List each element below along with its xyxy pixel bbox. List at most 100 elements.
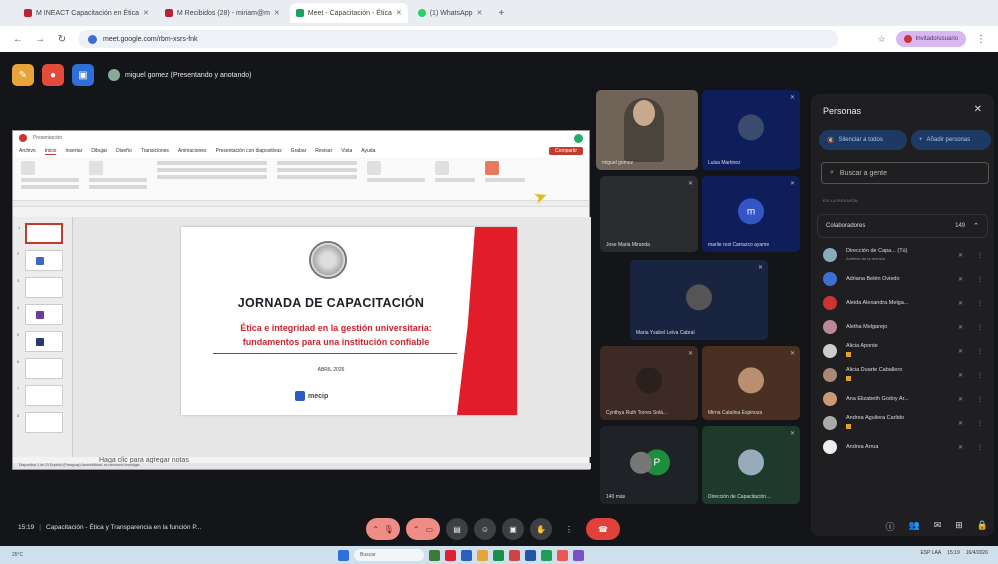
close-icon[interactable]: ✕ bbox=[143, 9, 149, 17]
annotate-icon[interactable]: ✎ bbox=[12, 64, 34, 86]
menu-item[interactable]: Archivo bbox=[19, 148, 36, 154]
more-icon[interactable]: ⋮ bbox=[977, 300, 983, 307]
designer-icon[interactable] bbox=[485, 161, 499, 175]
more-options-button[interactable]: ⋮ bbox=[558, 518, 580, 540]
reload-icon[interactable]: ↻ bbox=[56, 34, 68, 45]
participant-row[interactable]: Aleida Alexandra Melga... ✕ ⋮ bbox=[823, 292, 989, 314]
slide-thumbnail[interactable]: 7 bbox=[17, 385, 63, 406]
participant-tile[interactable]: P 140 más bbox=[600, 426, 698, 504]
people-search-input[interactable]: ⌕ Buscar a gente bbox=[821, 162, 989, 184]
mic-off-icon[interactable]: ✕ bbox=[958, 324, 963, 331]
participant-row[interactable]: Ana Elizabeth Godoy Ar... ✕ ⋮ bbox=[823, 388, 989, 410]
more-icon[interactable]: ⋮ bbox=[977, 276, 983, 283]
stop-presenting-icon[interactable]: ● bbox=[42, 64, 64, 86]
menu-item[interactable]: Inicio bbox=[44, 148, 57, 155]
present-icon[interactable]: ▣ bbox=[72, 64, 94, 86]
more-icon[interactable]: ⋮ bbox=[977, 420, 983, 427]
participant-tile[interactable]: ✕ Dirección de Capacitación... bbox=[702, 426, 800, 504]
leave-call-button[interactable]: ☎ bbox=[586, 518, 620, 540]
tab-recibidos[interactable]: M Recibidos (28) - miriam@m ✕ bbox=[159, 3, 286, 23]
collaborators-section[interactable]: Colaboradores 149 ⌃ bbox=[817, 214, 988, 238]
present-button[interactable]: ▣ bbox=[502, 518, 524, 540]
weather-widget[interactable]: 25°C bbox=[12, 552, 23, 558]
app-icon[interactable] bbox=[429, 549, 440, 561]
menu-item[interactable]: Diseño bbox=[116, 148, 132, 154]
menu-item[interactable]: Presentación con diapositivas bbox=[216, 148, 282, 154]
find-icon[interactable] bbox=[435, 161, 449, 175]
participant-tile[interactable]: ✕ Luisa Martinez bbox=[702, 90, 800, 170]
mic-off-icon[interactable]: ✕ bbox=[958, 252, 963, 259]
mic-off-icon[interactable]: ✕ bbox=[958, 420, 963, 427]
star-icon[interactable]: ☆ bbox=[878, 34, 886, 45]
close-icon[interactable]: ✕ bbox=[477, 9, 483, 17]
chevron-up-icon[interactable]: ⌃ bbox=[413, 525, 420, 534]
language-indicator[interactable]: ESP LAA bbox=[920, 550, 941, 556]
date[interactable]: 16/4/2026 bbox=[966, 550, 988, 556]
profile-button[interactable]: Invitado/usuario bbox=[895, 31, 966, 47]
slide-thumbnail[interactable]: 8 bbox=[17, 412, 63, 433]
more-icon[interactable]: ⋮ bbox=[977, 324, 983, 331]
add-people-button[interactable]: + Añadir personas bbox=[911, 130, 991, 150]
more-icon[interactable]: ⋮ bbox=[977, 252, 983, 259]
slide-thumbnail[interactable]: 6 bbox=[17, 358, 63, 379]
tab-ineact[interactable]: M INEACT Capacitación en Ética ✕ bbox=[18, 3, 155, 23]
people-icon[interactable]: 👥 bbox=[908, 520, 919, 533]
app-icon[interactable] bbox=[557, 549, 568, 561]
menu-item[interactable]: Ayuda bbox=[361, 148, 375, 154]
participant-row[interactable]: Andrea Arrua ✕ ⋮ bbox=[823, 436, 989, 458]
raise-hand-button[interactable]: ✋ bbox=[530, 518, 552, 540]
new-tab-button[interactable]: + bbox=[492, 8, 510, 19]
new-slide-icon[interactable] bbox=[89, 161, 103, 175]
mic-off-icon[interactable]: ✕ bbox=[958, 300, 963, 307]
site-info-icon[interactable] bbox=[88, 34, 97, 44]
mic-off-icon[interactable]: ✕ bbox=[958, 444, 963, 451]
mic-off-icon[interactable]: ✕ bbox=[958, 276, 963, 283]
tab-meet[interactable]: Meet - Capacitación - Ética ✕ bbox=[289, 3, 408, 23]
chat-icon[interactable]: ✉ bbox=[934, 520, 942, 533]
menu-item[interactable]: Animaciones bbox=[178, 148, 207, 154]
participant-tile[interactable]: miguel gomez bbox=[596, 90, 698, 170]
more-icon[interactable]: ⋮ bbox=[977, 444, 983, 451]
mic-off-icon[interactable]: ✕ bbox=[958, 348, 963, 355]
menu-item[interactable]: Transiciones bbox=[141, 148, 169, 154]
tab-whatsapp[interactable]: (1) WhatsApp ✕ bbox=[412, 3, 489, 23]
close-icon[interactable]: ✕ bbox=[396, 9, 402, 17]
clock[interactable]: 15:19 bbox=[947, 550, 960, 556]
menu-item[interactable]: Grabar bbox=[291, 148, 307, 154]
participant-row[interactable]: Aletha Melgarejo ✕ ⋮ bbox=[823, 316, 989, 338]
more-icon[interactable]: ⋮ bbox=[977, 372, 983, 379]
participant-tile[interactable]: ✕ Mirna Catalina Espinoza bbox=[702, 346, 800, 420]
app-icon[interactable] bbox=[573, 549, 584, 561]
menu-item[interactable]: Vista bbox=[341, 148, 352, 154]
info-icon[interactable]: ⓘ bbox=[885, 520, 894, 533]
more-icon[interactable]: ⋮ bbox=[977, 348, 983, 355]
menu-item[interactable]: Revisar bbox=[315, 148, 332, 154]
menu-item[interactable]: Dibujar bbox=[91, 148, 107, 154]
close-icon[interactable]: ✕ bbox=[274, 9, 280, 17]
reactions-button[interactable]: ☺ bbox=[474, 518, 496, 540]
participant-tile[interactable]: m ✕ marlie rosi Carrazco ayame bbox=[702, 176, 800, 252]
mic-off-icon[interactable]: ✕ bbox=[958, 372, 963, 379]
participant-row[interactable]: Alicia Aponte ✕ ⋮ bbox=[823, 340, 989, 362]
app-icon[interactable] bbox=[493, 549, 504, 561]
url-field[interactable]: meet.google.com/rbm-xsrs-fnk bbox=[78, 30, 838, 48]
slide-thumbnail[interactable]: 5 bbox=[17, 331, 63, 352]
app-icon[interactable] bbox=[525, 549, 536, 561]
participant-row[interactable]: Dirección de Capa... (Tú) Anfitrión de la… bbox=[823, 244, 989, 266]
start-icon[interactable] bbox=[338, 549, 349, 561]
menu-item[interactable]: Insertar bbox=[65, 148, 82, 154]
app-icon[interactable] bbox=[541, 549, 552, 561]
back-icon[interactable]: ← bbox=[12, 34, 24, 45]
microphone-button[interactable]: ⌃ 🎙 bbox=[366, 518, 400, 540]
slide-thumbnail[interactable]: 4 bbox=[17, 304, 63, 325]
shapes-icon[interactable] bbox=[367, 161, 381, 175]
slide-thumbnail[interactable]: 1 bbox=[18, 223, 63, 244]
app-icon[interactable] bbox=[509, 549, 520, 561]
chevron-up-icon[interactable]: ⌃ bbox=[973, 222, 979, 230]
participant-row[interactable]: Andrea Aguilera Carlido ✕ ⋮ bbox=[823, 412, 989, 434]
lock-icon[interactable]: 🔒 bbox=[977, 520, 988, 533]
app-icon[interactable] bbox=[445, 549, 456, 561]
participant-row[interactable]: Alicia Duarte Caballero ✕ ⋮ bbox=[823, 364, 989, 386]
activities-icon[interactable]: ⊞ bbox=[955, 520, 963, 533]
paste-icon[interactable] bbox=[21, 161, 35, 175]
